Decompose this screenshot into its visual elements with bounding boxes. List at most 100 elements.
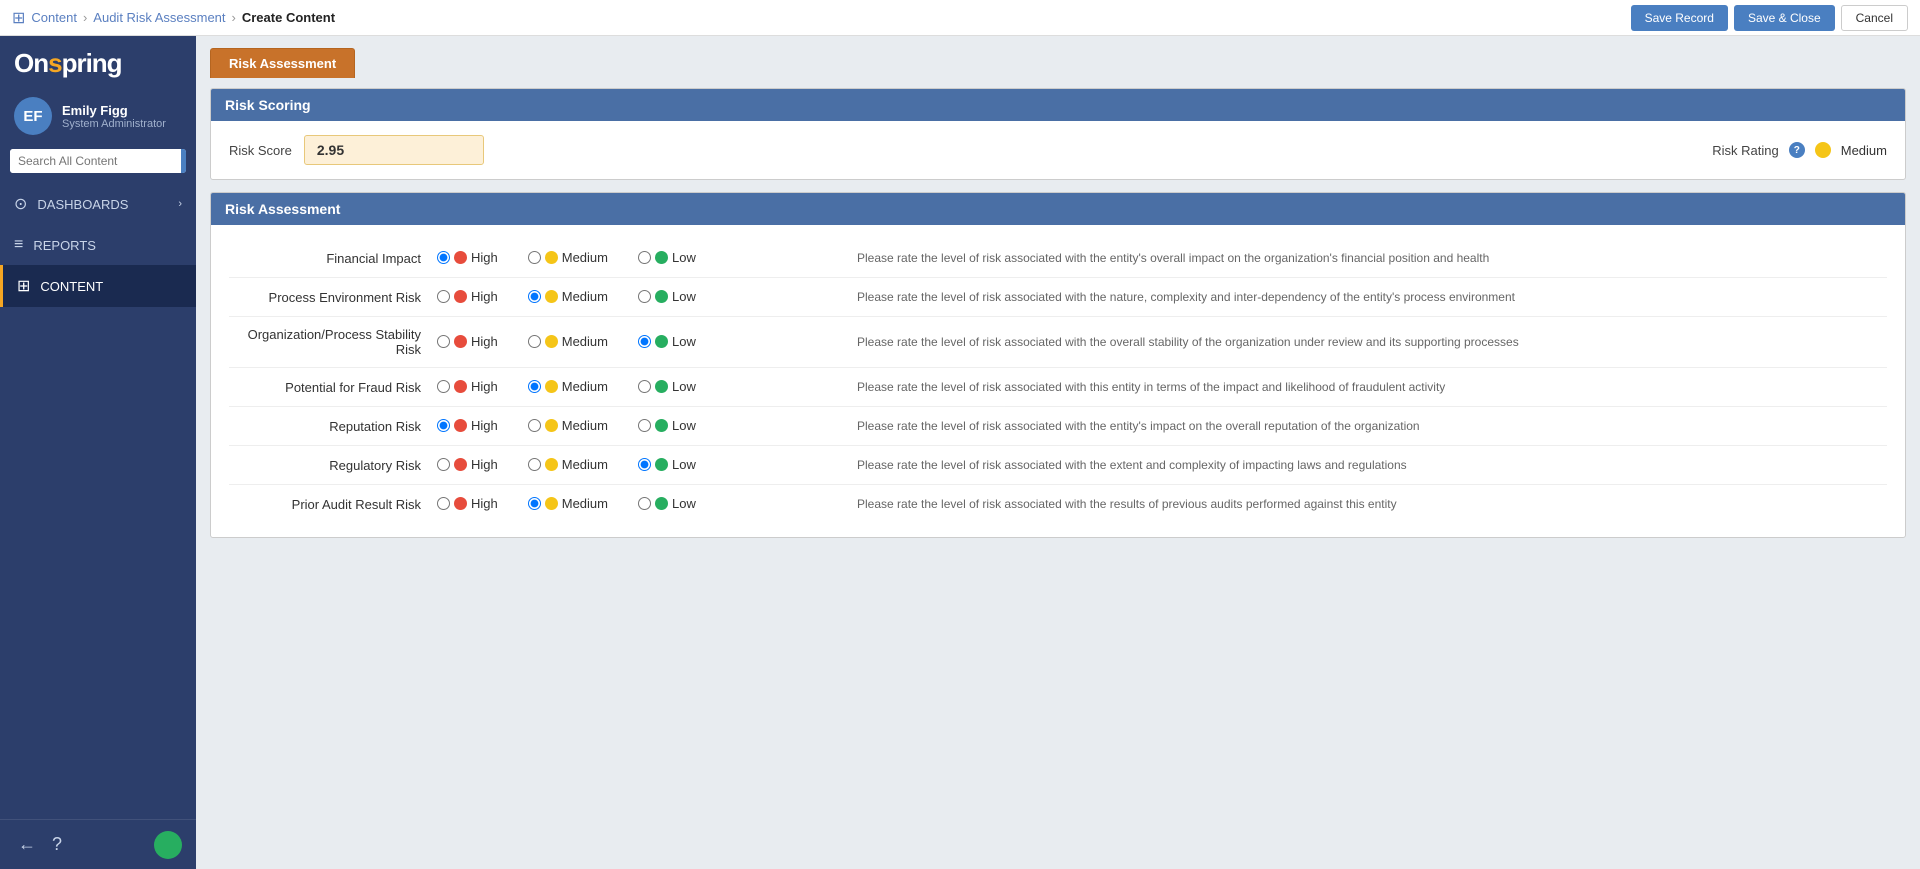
cancel-button[interactable]: Cancel [1841, 5, 1908, 31]
status-indicator[interactable] [154, 831, 182, 859]
tab-risk-assessment[interactable]: Risk Assessment [210, 48, 355, 78]
high-dot [454, 335, 467, 348]
radio-option-low[interactable]: Low [638, 334, 710, 349]
option-label: High [471, 289, 498, 304]
sidebar-bottom: ← ? [0, 819, 196, 869]
radio-high[interactable] [437, 419, 450, 432]
risk-score-label: Risk Score [229, 143, 292, 158]
user-name: Emily Figg [62, 103, 166, 118]
sidebar-item-label-content: CONTENT [40, 279, 103, 294]
option-label: Low [672, 457, 696, 472]
high-dot [454, 290, 467, 303]
back-button[interactable]: ← [14, 830, 40, 859]
breadcrumb-content[interactable]: Content [31, 10, 77, 25]
option-label: Medium [562, 250, 608, 265]
radio-option-medium[interactable]: Medium [528, 496, 622, 511]
search-input[interactable] [10, 149, 181, 173]
radio-option-low[interactable]: Low [638, 457, 710, 472]
risk-scoring-row: Risk Score 2.95 Risk Rating ? Medium [229, 135, 1887, 165]
option-label: High [471, 334, 498, 349]
radio-high[interactable] [437, 290, 450, 303]
low-dot [655, 290, 668, 303]
radio-low[interactable] [638, 380, 651, 393]
risk-row-description: Please rate the level of risk associated… [849, 317, 1887, 368]
radio-option-high[interactable]: High [437, 457, 512, 472]
breadcrumb-audit[interactable]: Audit Risk Assessment [93, 10, 225, 25]
risk-assessment-body: Financial ImpactHighMediumLowPlease rate… [211, 225, 1905, 537]
radio-high[interactable] [437, 380, 450, 393]
option-label: Low [672, 418, 696, 433]
radio-option-high[interactable]: High [437, 418, 512, 433]
radio-option-high[interactable]: High [437, 334, 512, 349]
risk-row-options: High Medium Low [429, 317, 849, 368]
radio-low[interactable] [638, 335, 651, 348]
radio-option-low[interactable]: Low [638, 289, 710, 304]
content-area: Risk Assessment Risk Scoring Risk Score … [196, 36, 1920, 869]
user-info: Emily Figg System Administrator [62, 103, 166, 130]
risk-table: Financial ImpactHighMediumLowPlease rate… [229, 239, 1887, 523]
save-close-button[interactable]: Save & Close [1734, 5, 1835, 31]
table-row: Potential for Fraud RiskHighMediumLowPle… [229, 368, 1887, 407]
help-button[interactable]: ? [48, 830, 66, 859]
radio-low[interactable] [638, 419, 651, 432]
radio-medium[interactable] [528, 335, 541, 348]
radio-option-medium[interactable]: Medium [528, 418, 622, 433]
radio-low[interactable] [638, 251, 651, 264]
risk-assessment-section: Risk Assessment Financial ImpactHighMedi… [210, 192, 1906, 538]
radio-medium[interactable] [528, 251, 541, 264]
search-button[interactable]: 🔍 [181, 149, 186, 173]
high-dot [454, 380, 467, 393]
radio-option-low[interactable]: Low [638, 379, 710, 394]
radio-high[interactable] [437, 335, 450, 348]
medium-dot [545, 251, 558, 264]
radio-high[interactable] [437, 251, 450, 264]
risk-row-description: Please rate the level of risk associated… [849, 407, 1887, 446]
radio-option-medium[interactable]: Medium [528, 379, 622, 394]
avatar: EF [14, 97, 52, 135]
risk-row-label: Reputation Risk [229, 407, 429, 446]
radio-medium[interactable] [528, 290, 541, 303]
option-label: Medium [562, 334, 608, 349]
radio-high[interactable] [437, 458, 450, 471]
radio-medium[interactable] [528, 458, 541, 471]
table-row: Organization/Process Stability RiskHighM… [229, 317, 1887, 368]
risk-scoring-section: Risk Scoring Risk Score 2.95 Risk Rating… [210, 88, 1906, 180]
radio-low[interactable] [638, 290, 651, 303]
user-role: System Administrator [62, 118, 166, 130]
sidebar-item-label-dashboards: DASHBOARDS [37, 197, 128, 212]
radio-option-medium[interactable]: Medium [528, 250, 622, 265]
help-icon[interactable]: ? [1789, 142, 1805, 158]
save-record-button[interactable]: Save Record [1631, 5, 1728, 31]
radio-option-medium[interactable]: Medium [528, 289, 622, 304]
radio-option-high[interactable]: High [437, 289, 512, 304]
sidebar-item-dashboards[interactable]: ⊙ DASHBOARDS › [0, 183, 196, 225]
search-bar[interactable]: 🔍 [10, 149, 186, 173]
low-dot [655, 497, 668, 510]
radio-medium[interactable] [528, 497, 541, 510]
breadcrumb: ⊞ Content › Audit Risk Assessment › Crea… [12, 8, 335, 28]
breadcrumb-current: Create Content [242, 10, 335, 25]
risk-row-options: High Medium Low [429, 278, 849, 317]
radio-low[interactable] [638, 458, 651, 471]
radio-medium[interactable] [528, 380, 541, 393]
sidebar-item-reports[interactable]: ≡ REPORTS [0, 225, 196, 265]
radio-option-high[interactable]: High [437, 496, 512, 511]
radio-medium[interactable] [528, 419, 541, 432]
radio-option-medium[interactable]: Medium [528, 334, 622, 349]
option-label: Medium [562, 457, 608, 472]
tab-bar: Risk Assessment [210, 48, 1906, 78]
rating-dot [1815, 142, 1831, 158]
radio-option-low[interactable]: Low [638, 496, 710, 511]
risk-row-options: High Medium Low [429, 485, 849, 524]
radio-option-high[interactable]: High [437, 379, 512, 394]
option-label: Low [672, 289, 696, 304]
sidebar-item-content[interactable]: ⊞ CONTENT [0, 265, 196, 307]
risk-row-description: Please rate the level of risk associated… [849, 368, 1887, 407]
radio-option-low[interactable]: Low [638, 250, 710, 265]
radio-option-medium[interactable]: Medium [528, 457, 622, 472]
radio-option-high[interactable]: High [437, 250, 512, 265]
radio-high[interactable] [437, 497, 450, 510]
radio-option-low[interactable]: Low [638, 418, 710, 433]
radio-low[interactable] [638, 497, 651, 510]
option-label: Medium [562, 379, 608, 394]
